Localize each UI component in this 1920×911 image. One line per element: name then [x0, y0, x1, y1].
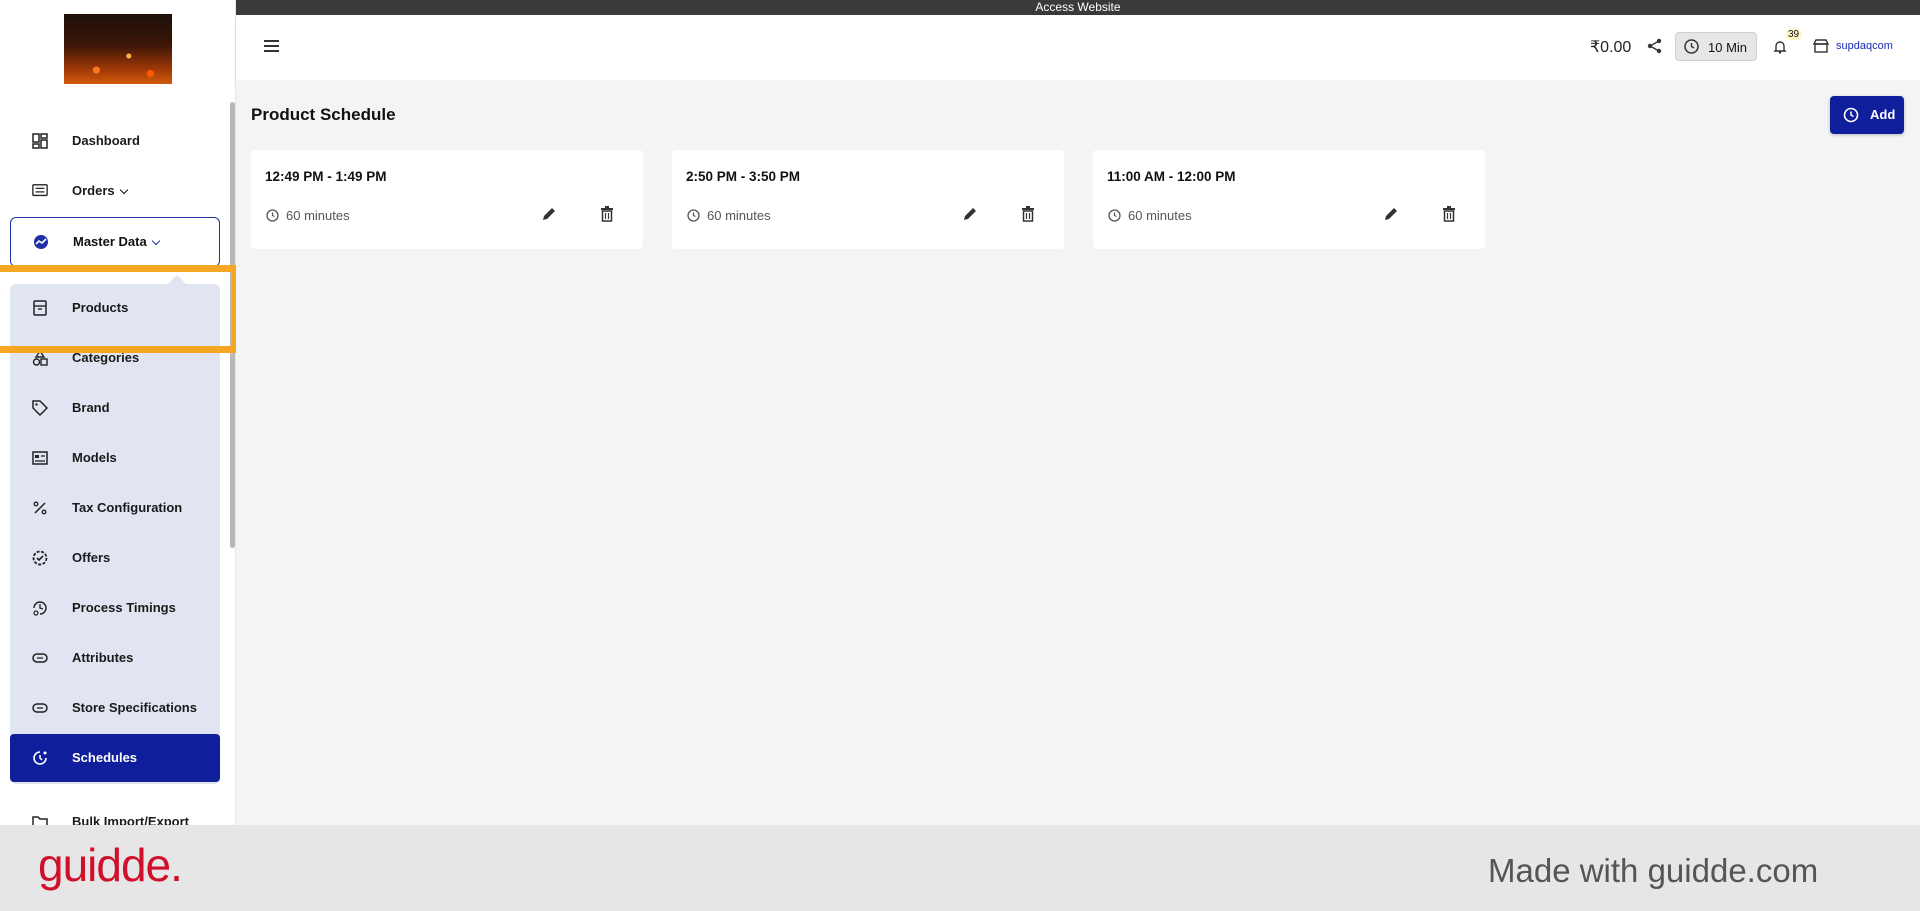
sidebar-item-offers[interactable]: Offers	[10, 534, 220, 582]
schedule-card: 12:49 PM - 1:49 PM 60 minutes	[251, 150, 643, 249]
wallet-balance: ₹0.00	[1590, 39, 1632, 56]
schedule-duration: 60 minutes	[707, 208, 771, 223]
menu-icon[interactable]	[264, 40, 279, 52]
clock-icon	[1108, 209, 1121, 222]
store-logo[interactable]	[64, 14, 172, 84]
sidebar-item-label: Master Data	[73, 234, 160, 249]
sidebar-item-schedules[interactable]: Schedules	[10, 734, 220, 782]
dashboard-icon	[32, 133, 48, 149]
schedule-time-range: 12:49 PM - 1:49 PM	[265, 169, 387, 184]
guide-highlight-box	[0, 265, 239, 353]
store-spec-icon	[32, 700, 48, 716]
sidebar-item-label: Attributes	[72, 650, 134, 665]
orders-icon	[32, 183, 48, 199]
guidde-logo: guidde.	[38, 839, 183, 891]
sidebar-item-label: Brand	[72, 400, 110, 415]
tag-icon	[32, 400, 48, 416]
schedule-time-range: 2:50 PM - 3:50 PM	[686, 169, 801, 184]
sidebar-item-orders[interactable]: Orders	[10, 167, 220, 215]
chevron-down-icon	[151, 236, 160, 246]
sidebar-item-process-timings[interactable]: Process Timings	[10, 584, 220, 632]
schedules-icon	[32, 750, 48, 766]
offers-icon	[32, 550, 48, 566]
schedule-card: 11:00 AM - 12:00 PM 60 minutes	[1093, 150, 1485, 249]
clock-icon	[687, 209, 700, 222]
sidebar-item-store-specifications[interactable]: Store Specifications	[10, 684, 220, 732]
sidebar-item-label: Bulk Import/Export	[72, 814, 190, 825]
process-timings-icon	[32, 600, 48, 616]
clock-icon	[1684, 39, 1699, 54]
percent-icon	[32, 500, 48, 516]
edit-icon[interactable]	[1383, 206, 1399, 222]
sidebar-item-label: Offers	[72, 550, 111, 565]
sidebar-item-bulk-import-export[interactable]: Bulk Import/Export	[10, 798, 220, 825]
clock-icon	[1843, 107, 1859, 123]
models-icon	[32, 450, 48, 466]
page-title: Product Schedule	[251, 105, 396, 124]
delete-icon[interactable]	[1021, 206, 1035, 222]
delete-icon[interactable]	[1442, 206, 1456, 222]
top-header: ₹0.00 10 Min 39 supdaqcom	[236, 15, 1920, 80]
main-content: Product Schedule Add 12:49 PM - 1:49 PM …	[236, 80, 1920, 825]
add-schedule-button[interactable]: Add	[1830, 96, 1904, 134]
sidebar-item-tax-configuration[interactable]: Tax Configuration	[10, 484, 220, 532]
sidebar-item-label: Models	[72, 450, 117, 465]
guidde-footer: guidde. Made with guidde.com	[0, 825, 1920, 911]
made-with-text: Made with guidde.com	[1488, 852, 1819, 889]
sidebar-item-attributes[interactable]: Attributes	[10, 634, 220, 682]
delivery-time-label: 10 Min	[1708, 40, 1748, 55]
sidebar-item-label: Orders	[72, 183, 128, 198]
sidebar-item-dashboard[interactable]: Dashboard	[10, 117, 220, 165]
sidebar-item-master-data[interactable]: Master Data	[10, 217, 220, 267]
sidebar-item-label: Tax Configuration	[72, 500, 183, 515]
add-button-label: Add	[1870, 107, 1896, 122]
edit-icon[interactable]	[541, 206, 557, 222]
sidebar-item-label: Store Specifications	[72, 700, 197, 715]
share-icon[interactable]	[1646, 37, 1664, 55]
sidebar-item-brand[interactable]: Brand	[10, 384, 220, 432]
sidebar: Dashboard Orders Master Data Products Ca…	[0, 0, 236, 825]
edit-icon[interactable]	[962, 206, 978, 222]
store-icon[interactable]	[1812, 38, 1830, 54]
master-data-icon	[33, 234, 49, 250]
delete-icon[interactable]	[600, 206, 614, 222]
sidebar-item-label: Dashboard	[72, 133, 140, 148]
schedule-duration: 60 minutes	[286, 208, 350, 223]
sidebar-item-models[interactable]: Models	[10, 434, 220, 482]
notification-bell-icon[interactable]	[1773, 40, 1787, 54]
schedule-time-range: 11:00 AM - 12:00 PM	[1107, 169, 1236, 184]
schedule-card: 2:50 PM - 3:50 PM 60 minutes	[672, 150, 1064, 249]
notification-count-badge: 39	[1785, 29, 1803, 40]
sidebar-item-label: Process Timings	[72, 600, 176, 615]
clock-icon	[266, 209, 279, 222]
delivery-time-chip[interactable]: 10 Min	[1675, 32, 1757, 61]
attributes-icon	[32, 650, 48, 666]
store-name-link[interactable]: supdaqcom	[1836, 40, 1893, 52]
access-website-banner[interactable]: Access Website	[236, 0, 1920, 15]
sidebar-item-label: Schedules	[72, 750, 138, 765]
schedule-duration: 60 minutes	[1128, 208, 1192, 223]
chevron-down-icon	[119, 185, 128, 195]
folder-icon	[32, 814, 48, 825]
